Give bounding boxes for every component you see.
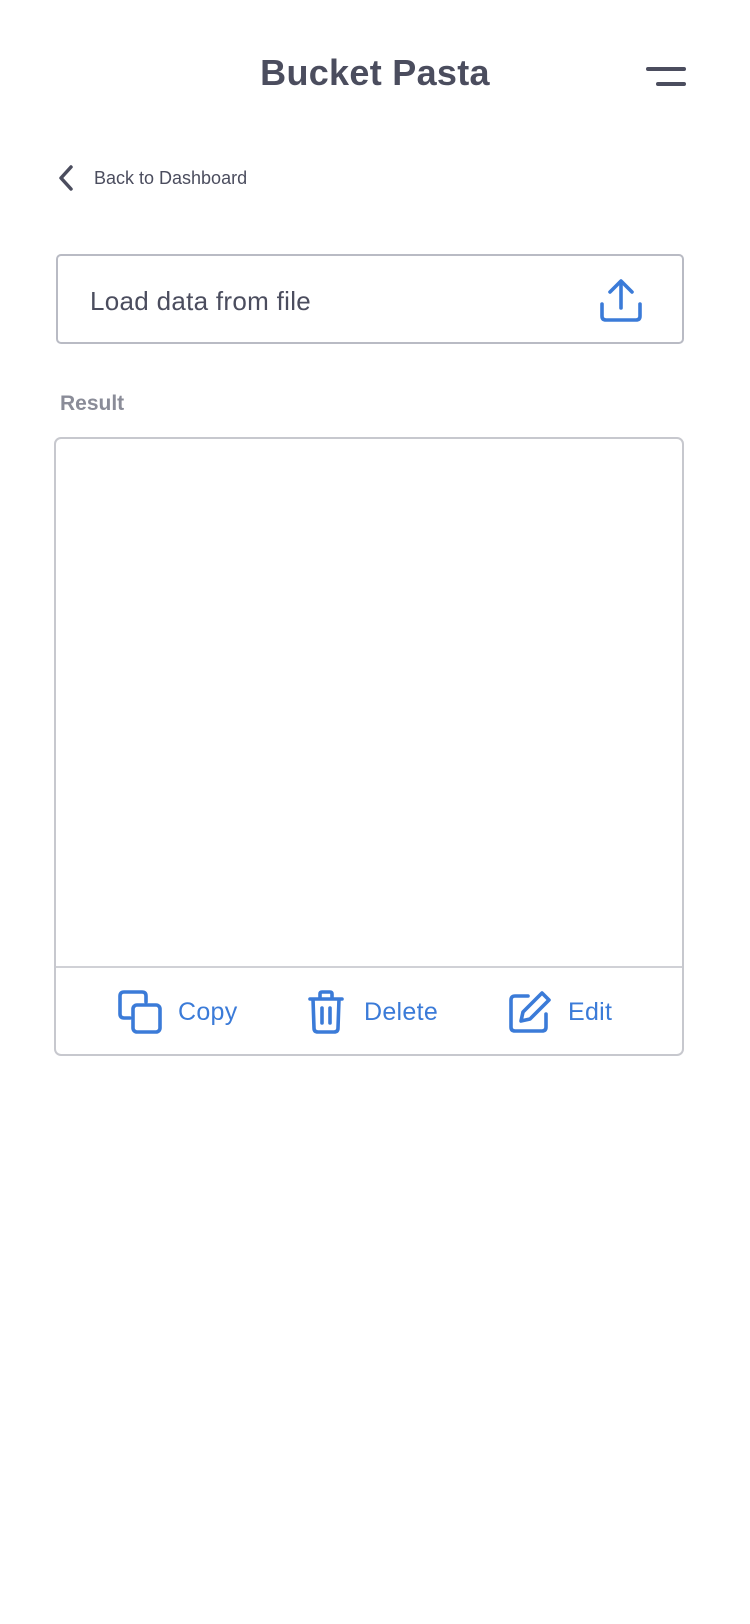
delete-label: Delete xyxy=(364,997,439,1026)
upload-icon xyxy=(598,278,644,324)
trash-icon xyxy=(302,988,350,1036)
copy-icon xyxy=(116,988,164,1036)
app-header: Bucket Pasta xyxy=(0,0,750,160)
edit-icon xyxy=(506,988,554,1036)
back-to-dashboard-link[interactable]: Back to Dashboard xyxy=(56,160,247,196)
app-title: Bucket Pasta xyxy=(260,52,490,93)
delete-button[interactable]: Delete xyxy=(302,968,439,1054)
copy-button[interactable]: Copy xyxy=(116,968,238,1054)
edit-button[interactable]: Edit xyxy=(506,968,613,1054)
load-data-button[interactable]: Load data from file xyxy=(56,254,684,344)
result-panel: Copy Delete Edit xyxy=(54,437,684,1056)
back-link-label: Back to Dashboard xyxy=(94,167,248,188)
load-data-label: Load data from file xyxy=(90,286,312,316)
result-action-bar: Copy Delete Edit xyxy=(56,968,682,1054)
hamburger-menu-icon xyxy=(646,67,686,86)
menu-button[interactable] xyxy=(646,64,688,94)
result-label: Result xyxy=(60,392,125,415)
copy-label: Copy xyxy=(178,997,238,1026)
edit-label: Edit xyxy=(568,997,613,1026)
result-content xyxy=(56,439,682,966)
chevron-left-icon xyxy=(56,160,86,196)
